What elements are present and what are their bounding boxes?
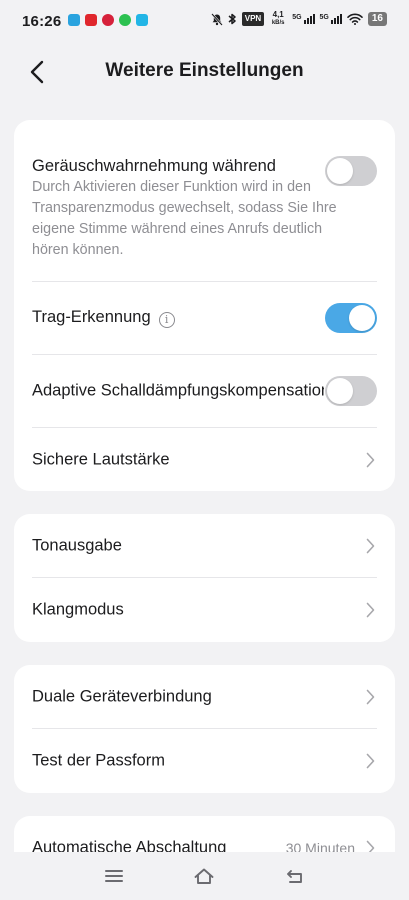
- dual-connection-row[interactable]: Duale Geräteverbindung: [32, 665, 377, 729]
- chevron-right-icon: [366, 602, 375, 618]
- sound-mode-label: Klangmodus: [32, 600, 124, 619]
- page-title: Weitere Einstellungen: [105, 60, 304, 81]
- wifi-icon: [347, 13, 363, 25]
- net2-label: 5G: [319, 14, 329, 21]
- wear-detection-label-group: Trag-Erkennung i: [32, 308, 175, 328]
- system-nav-bar: [0, 852, 409, 900]
- noise-awareness-row: Geräuschwahrnehmung während Durch Aktivi…: [32, 120, 377, 282]
- pinterest-icon: [102, 14, 114, 26]
- menu-icon[interactable]: [103, 866, 125, 886]
- chevron-right-icon: [366, 753, 375, 769]
- sound-output-label: Tonausgabe: [32, 536, 122, 554]
- safe-volume-row[interactable]: Sichere Lautstärke: [32, 428, 377, 491]
- adaptive-compensation-label: Adaptive Schalldämpfungskompensation: [32, 381, 324, 400]
- dual-connection-label: Duale Geräteverbindung: [32, 687, 212, 705]
- telegram-icon: [68, 14, 80, 26]
- sound-mode-row[interactable]: Klangmodus: [32, 578, 377, 642]
- speed-value: 4,1: [272, 10, 284, 19]
- chevron-right-icon: [366, 452, 375, 467]
- network-speed: 4,1 kB/s: [269, 11, 287, 27]
- bluetooth-icon: [228, 13, 236, 25]
- chevron-right-icon: [366, 538, 375, 553]
- chevron-right-icon: [366, 689, 375, 704]
- tiktok-icon: [136, 14, 148, 26]
- settings-card-1: Geräuschwahrnehmung während Durch Aktivi…: [14, 120, 395, 491]
- screen: 16:26 VPN 4,1 kB/s 5G 5G 16 Weitere Eins…: [0, 0, 409, 900]
- wear-detection-toggle[interactable]: [325, 303, 377, 333]
- noise-awareness-description: Durch Aktivieren dieser Funktion wird in…: [32, 179, 337, 258]
- wear-detection-label: Trag-Erkennung: [32, 308, 151, 326]
- toggle-knob: [349, 305, 375, 331]
- signal-2-icon: 5G: [320, 14, 342, 24]
- battery-indicator: 16: [367, 12, 387, 26]
- safe-volume-label: Sichere Lautstärke: [32, 450, 170, 468]
- home-icon[interactable]: [193, 866, 215, 886]
- youtube-icon: [85, 14, 97, 26]
- fit-test-row[interactable]: Test der Passform: [32, 729, 377, 793]
- signal-1-icon: 5G: [292, 14, 315, 24]
- mute-bell-icon: [210, 12, 223, 26]
- info-icon[interactable]: i: [158, 312, 175, 328]
- settings-card-3: Duale Geräteverbindung Test der Passform: [14, 665, 395, 793]
- vpn-badge: VPN: [241, 12, 265, 26]
- system-icons: VPN 4,1 kB/s 5G 5G 16: [210, 11, 387, 27]
- toggle-knob: [327, 378, 353, 404]
- net1-label: 5G: [292, 14, 302, 21]
- adaptive-compensation-toggle[interactable]: [325, 376, 377, 406]
- wear-detection-row: Trag-Erkennung i: [32, 282, 377, 355]
- fit-test-label: Test der Passform: [32, 751, 165, 770]
- status-bar: 16:26 VPN 4,1 kB/s 5G 5G 16: [0, 0, 409, 44]
- settings-card-2: Tonausgabe Klangmodus: [14, 514, 395, 642]
- notification-icons: [68, 14, 148, 26]
- adaptive-compensation-row: Adaptive Schalldämpfungskompensation: [32, 355, 377, 428]
- sound-output-row[interactable]: Tonausgabe: [32, 514, 377, 578]
- noise-awareness-label: Geräuschwahrnehmung während: [32, 157, 276, 175]
- back-icon[interactable]: [284, 866, 306, 886]
- status-time: 16:26: [22, 13, 62, 30]
- speed-unit: kB/s: [271, 20, 285, 26]
- whatsapp-icon: [119, 14, 131, 26]
